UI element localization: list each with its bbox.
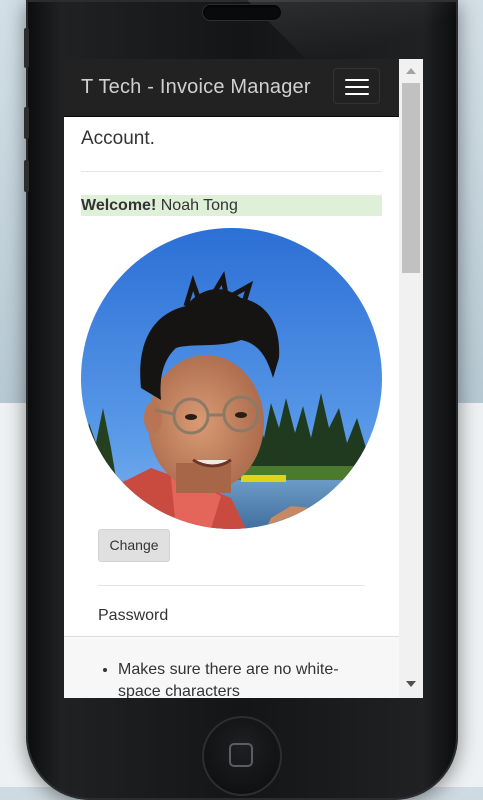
avatar [81, 228, 382, 529]
scroll-down-arrow-icon[interactable] [406, 681, 416, 687]
phone-screen: T Tech - Invoice Manager Account. Welcom… [64, 59, 423, 698]
user-name: Noah Tong [160, 197, 238, 214]
scrollbar-thumb[interactable] [402, 83, 420, 273]
menu-toggle-button[interactable] [333, 68, 380, 104]
navbar-brand[interactable]: T Tech - Invoice Manager [81, 76, 311, 99]
page-title: Account. [81, 128, 155, 149]
navbar: T Tech - Invoice Manager [64, 59, 399, 117]
password-section-label: Password [98, 607, 169, 624]
phone-speaker [203, 5, 281, 20]
scroll-up-arrow-icon[interactable] [406, 68, 416, 74]
password-rules-list: Makes sure there are no white-space char… [100, 659, 370, 698]
password-rule-item: Makes sure there are no white-space char… [118, 659, 370, 698]
change-photo-button[interactable]: Change [98, 529, 170, 562]
welcome-banner: Welcome! Noah Tong [81, 195, 382, 216]
password-rules-panel: Makes sure there are no white-space char… [64, 636, 399, 698]
phone-side-button [24, 107, 29, 139]
main-content: Account. Welcome! Noah Tong Change Passw… [64, 116, 399, 698]
scrollbar[interactable] [399, 59, 423, 698]
phone-side-button [24, 28, 29, 68]
home-button-icon [229, 743, 253, 767]
home-button[interactable] [202, 716, 282, 796]
welcome-label: Welcome! [81, 197, 157, 214]
divider [81, 171, 382, 172]
divider [98, 585, 365, 586]
phone-side-button [24, 160, 29, 192]
